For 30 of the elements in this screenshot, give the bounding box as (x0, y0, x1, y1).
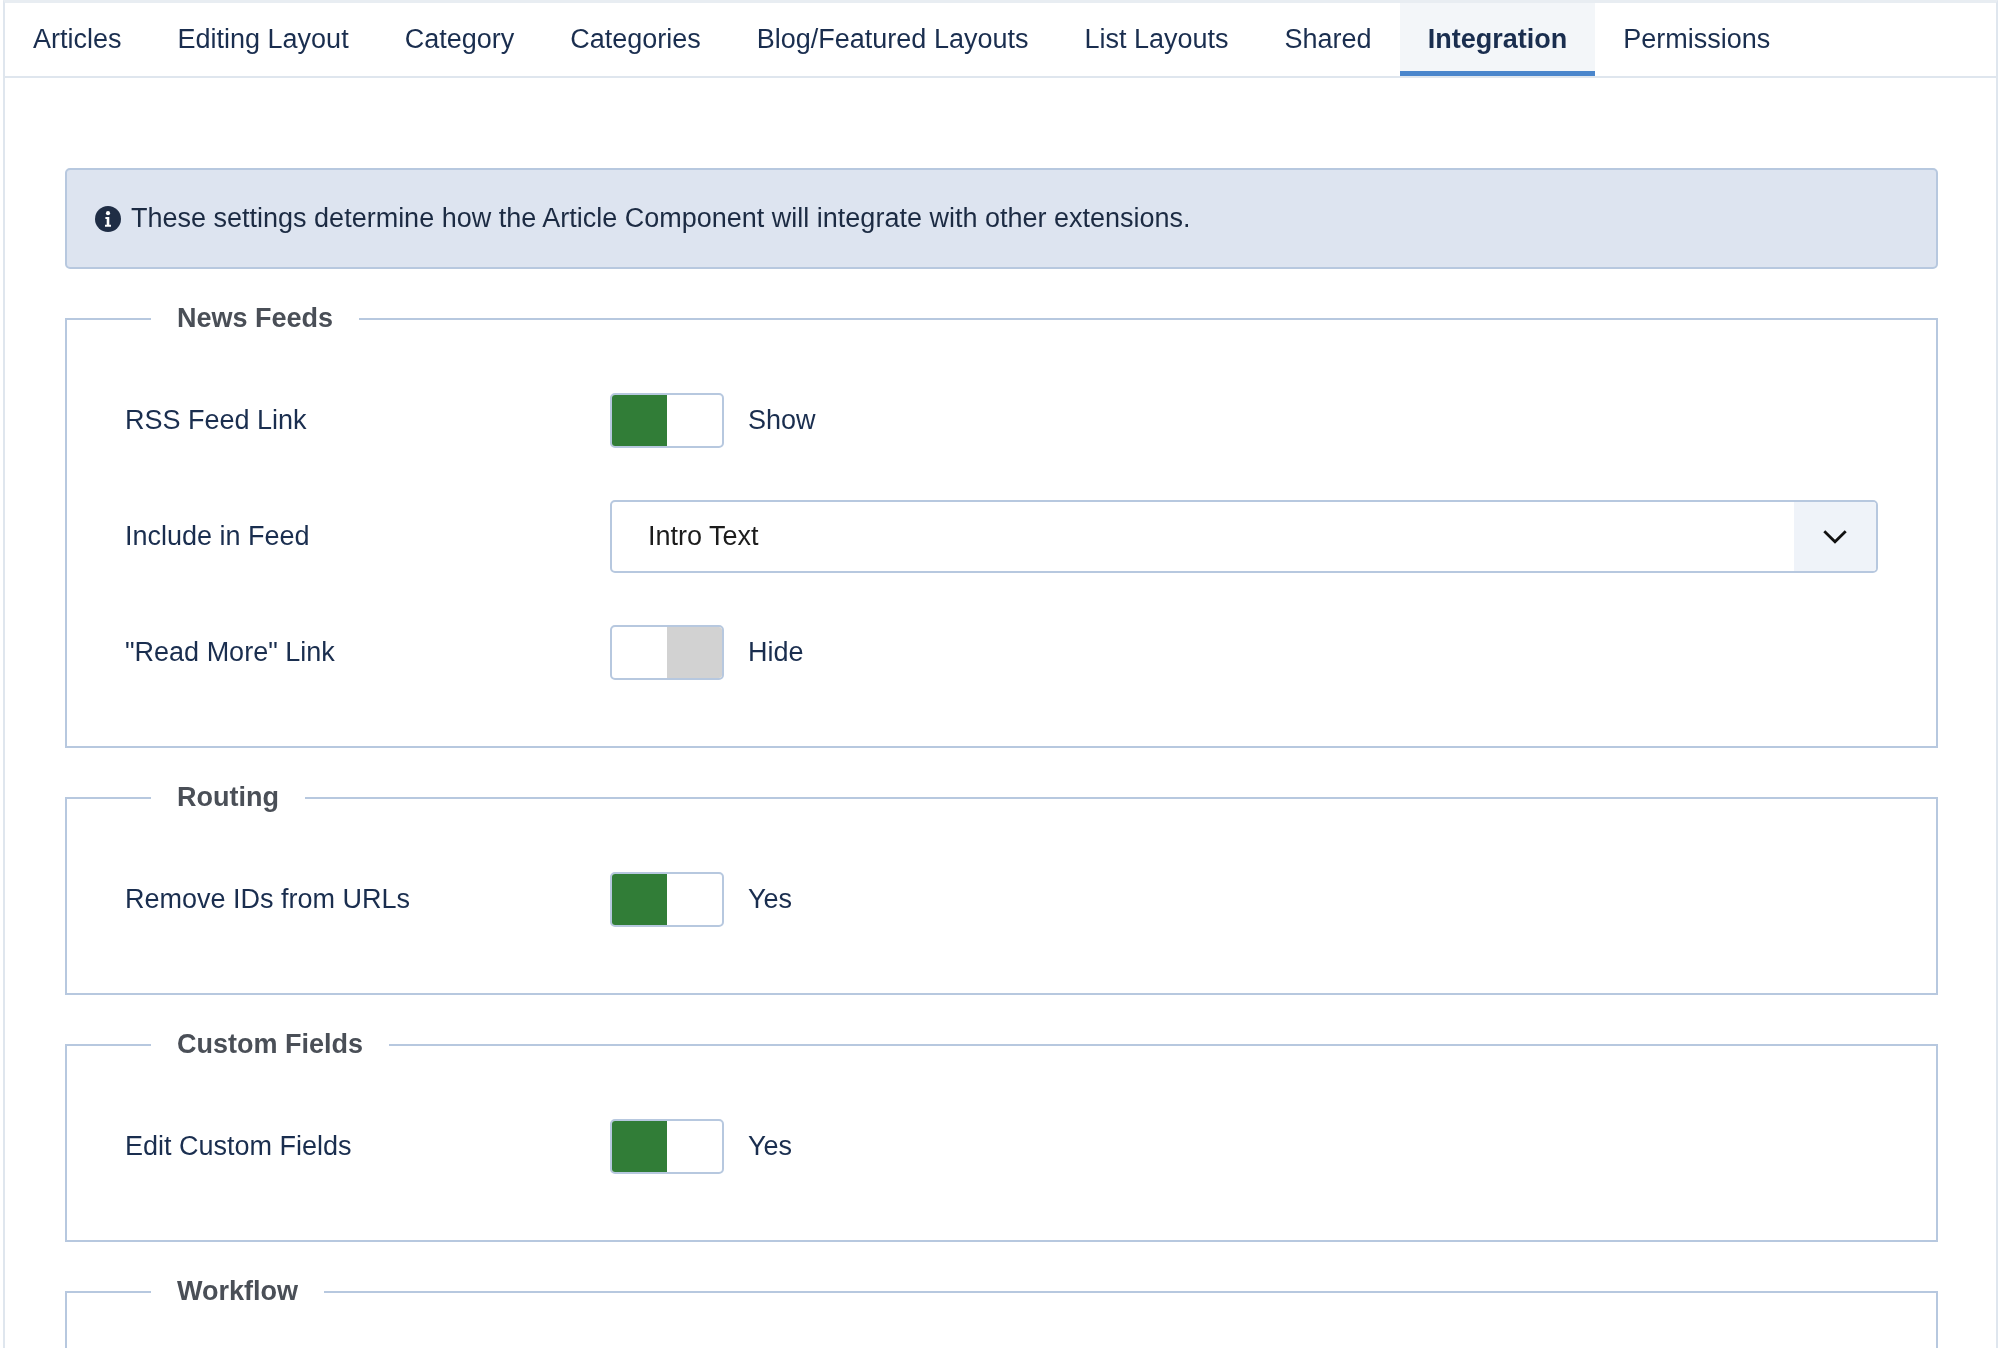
fieldset-legend: Custom Fields (151, 1029, 390, 1060)
chevron-down-icon (1822, 528, 1848, 544)
fieldset-legend: Workflow (151, 1276, 324, 1307)
field-label: Include in Feed (125, 520, 311, 552)
field-label: RSS Feed Link (125, 404, 308, 436)
field-label: Edit Custom Fields (125, 1130, 353, 1162)
toggle-switch[interactable] (610, 1118, 724, 1174)
info-icon (95, 205, 121, 232)
tab[interactable]: Categories (542, 3, 729, 76)
field-label: Remove IDs from URLs (125, 883, 412, 915)
toggle-switch[interactable] (610, 392, 724, 448)
alert-message: These settings determine how the Article Component will integrate with other extensions. (131, 203, 1191, 234)
tab[interactable]: Articles (5, 3, 150, 76)
tab[interactable]: Editing Layout (149, 3, 377, 76)
tab[interactable]: Category (376, 3, 543, 76)
tab[interactable]: Blog/Featured Layouts (728, 3, 1057, 76)
tab[interactable]: Integration (1399, 3, 1596, 76)
toggle-switch[interactable] (610, 624, 724, 680)
toggle-state-label: Yes (748, 883, 793, 915)
field-label: "Read More" Link (125, 636, 336, 668)
tab[interactable]: Permissions (1595, 3, 1799, 76)
toggle-state-label: Hide (748, 636, 804, 668)
tab[interactable]: List Layouts (1056, 3, 1257, 76)
toggle-switch[interactable] (610, 871, 724, 927)
toggle-state-label: Show (748, 404, 816, 436)
fieldset-legend: News Feeds (151, 303, 360, 334)
dropdown-select[interactable]: Intro Text (610, 499, 1878, 573)
tab[interactable]: Shared (1256, 3, 1400, 76)
toggle-state-label: Yes (748, 1130, 793, 1162)
fieldset-legend: Routing (151, 782, 305, 813)
